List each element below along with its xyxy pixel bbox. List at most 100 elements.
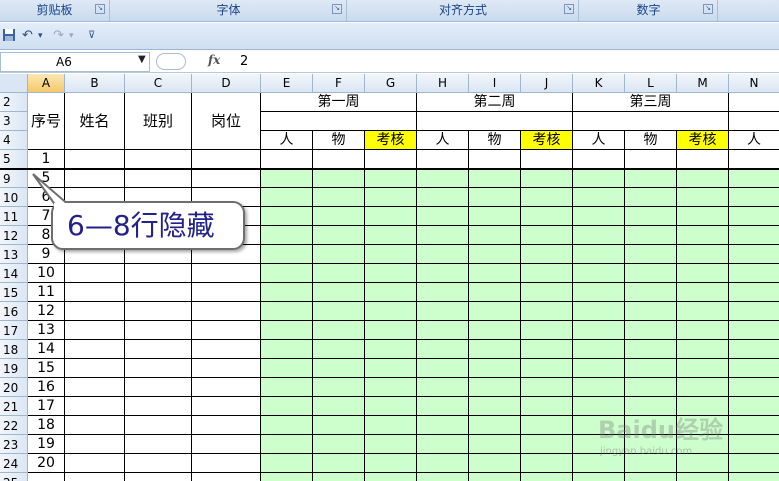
table-cell[interactable] bbox=[417, 188, 469, 207]
table-cell[interactable] bbox=[65, 378, 125, 397]
table-cell[interactable] bbox=[192, 150, 261, 169]
table-cell[interactable] bbox=[469, 321, 521, 340]
name-box[interactable]: A6 bbox=[0, 52, 150, 72]
table-cell[interactable] bbox=[677, 264, 729, 283]
table-cell[interactable] bbox=[313, 226, 365, 245]
table-cell[interactable] bbox=[261, 321, 313, 340]
table-cell[interactable] bbox=[261, 435, 313, 454]
table-cell[interactable] bbox=[365, 340, 417, 359]
table-cell[interactable] bbox=[573, 473, 625, 481]
table-cell[interactable] bbox=[125, 302, 192, 321]
table-cell[interactable] bbox=[729, 169, 779, 188]
table-cell[interactable] bbox=[313, 207, 365, 226]
column-header-k[interactable]: K bbox=[573, 74, 625, 93]
seq-cell[interactable]: 16 bbox=[28, 378, 65, 397]
table-cell[interactable] bbox=[625, 226, 677, 245]
table-cell[interactable] bbox=[365, 245, 417, 264]
table-cell[interactable] bbox=[313, 416, 365, 435]
table-cell[interactable] bbox=[65, 340, 125, 359]
ribbon-group-alignment[interactable]: 对齐方式 ↘ bbox=[348, 0, 579, 21]
table-cell[interactable] bbox=[625, 302, 677, 321]
column-header-m[interactable]: M bbox=[677, 74, 729, 93]
row-header-25[interactable]: 25 bbox=[0, 473, 28, 481]
row-header-19[interactable]: 19 bbox=[0, 359, 28, 378]
row-header-21[interactable]: 21 bbox=[0, 397, 28, 416]
table-cell[interactable] bbox=[521, 302, 573, 321]
table-cell[interactable] bbox=[521, 378, 573, 397]
table-cell[interactable] bbox=[365, 416, 417, 435]
table-cell[interactable] bbox=[65, 264, 125, 283]
subheader-assess[interactable]: 考核 bbox=[677, 131, 729, 150]
undo-dropdown-icon[interactable]: ▾ bbox=[38, 28, 43, 44]
table-cell[interactable] bbox=[125, 473, 192, 481]
table-cell[interactable] bbox=[192, 359, 261, 378]
table-cell[interactable] bbox=[625, 169, 677, 188]
row-header-22[interactable]: 22 bbox=[0, 416, 28, 435]
table-cell[interactable] bbox=[625, 150, 677, 169]
subheader-person[interactable]: 人 bbox=[417, 131, 469, 150]
table-cell[interactable] bbox=[261, 359, 313, 378]
table-cell[interactable] bbox=[573, 283, 625, 302]
table-cell[interactable] bbox=[417, 340, 469, 359]
table-cell[interactable] bbox=[125, 150, 192, 169]
row-header-17[interactable]: 17 bbox=[0, 321, 28, 340]
table-cell[interactable] bbox=[365, 169, 417, 188]
table-cell[interactable] bbox=[261, 283, 313, 302]
table-cell[interactable] bbox=[469, 416, 521, 435]
column-header-j[interactable]: J bbox=[521, 74, 573, 93]
table-cell[interactable] bbox=[521, 169, 573, 188]
subheader-thing[interactable]: 物 bbox=[313, 131, 365, 150]
row-header-23[interactable]: 23 bbox=[0, 435, 28, 454]
seq-cell[interactable]: 14 bbox=[28, 340, 65, 359]
table-cell[interactable] bbox=[417, 378, 469, 397]
table-cell[interactable] bbox=[469, 264, 521, 283]
seq-cell[interactable]: 1 bbox=[28, 150, 65, 169]
table-cell[interactable] bbox=[192, 321, 261, 340]
table-cell[interactable] bbox=[469, 207, 521, 226]
table-cell[interactable] bbox=[521, 150, 573, 169]
table-cell[interactable] bbox=[261, 245, 313, 264]
table-cell[interactable] bbox=[417, 169, 469, 188]
table-cell[interactable] bbox=[65, 397, 125, 416]
table-cell[interactable] bbox=[313, 169, 365, 188]
row-header-24[interactable]: 24 bbox=[0, 454, 28, 473]
table-cell[interactable] bbox=[261, 169, 313, 188]
table-cell[interactable] bbox=[521, 416, 573, 435]
seq-cell[interactable]: 10 bbox=[28, 264, 65, 283]
subheader-thing[interactable]: 物 bbox=[625, 131, 677, 150]
header-cell-name[interactable]: 姓名 bbox=[65, 93, 125, 150]
table-cell[interactable] bbox=[417, 454, 469, 473]
column-header-h[interactable]: H bbox=[417, 74, 469, 93]
column-header-a[interactable]: A bbox=[28, 74, 65, 93]
table-cell[interactable] bbox=[469, 302, 521, 321]
table-cell[interactable] bbox=[261, 454, 313, 473]
table-cell[interactable] bbox=[729, 302, 779, 321]
table-cell[interactable] bbox=[313, 359, 365, 378]
table-cell[interactable] bbox=[729, 340, 779, 359]
table-cell[interactable] bbox=[365, 473, 417, 481]
subheader-assess[interactable]: 考核 bbox=[521, 131, 573, 150]
table-cell[interactable] bbox=[65, 150, 125, 169]
table-cell[interactable] bbox=[261, 416, 313, 435]
table-cell[interactable] bbox=[417, 207, 469, 226]
table-cell[interactable] bbox=[365, 188, 417, 207]
table-cell[interactable] bbox=[521, 397, 573, 416]
table-cell[interactable] bbox=[729, 454, 779, 473]
table-cell[interactable] bbox=[729, 435, 779, 454]
table-cell[interactable] bbox=[417, 416, 469, 435]
table-cell[interactable] bbox=[417, 359, 469, 378]
table-cell[interactable] bbox=[469, 378, 521, 397]
table-cell[interactable] bbox=[313, 435, 365, 454]
table-cell[interactable] bbox=[521, 245, 573, 264]
table-cell[interactable] bbox=[365, 207, 417, 226]
table-cell[interactable] bbox=[365, 264, 417, 283]
table-cell[interactable] bbox=[469, 245, 521, 264]
table-cell[interactable] bbox=[192, 283, 261, 302]
table-cell[interactable] bbox=[417, 302, 469, 321]
column-header-d[interactable]: D bbox=[192, 74, 261, 93]
table-cell[interactable] bbox=[417, 264, 469, 283]
table-cell[interactable] bbox=[125, 378, 192, 397]
table-cell[interactable] bbox=[261, 340, 313, 359]
header-cell-seq[interactable]: 序号 bbox=[28, 93, 65, 150]
table-cell[interactable] bbox=[365, 302, 417, 321]
